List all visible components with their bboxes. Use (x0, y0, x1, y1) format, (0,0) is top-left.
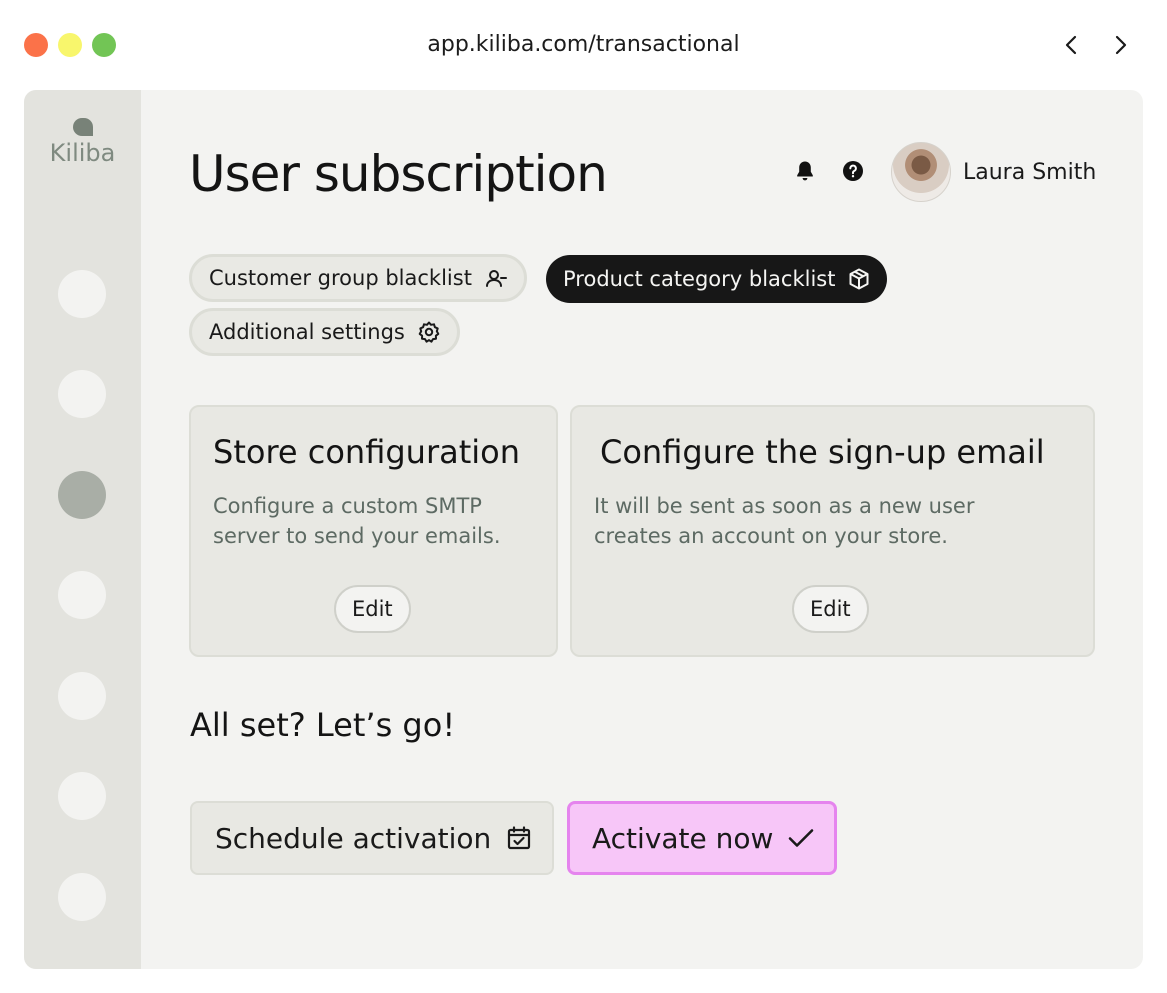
logo[interactable]: Kiliba (24, 118, 141, 168)
logo-mark-icon (72, 118, 93, 136)
activate-now-button[interactable]: Activate now (567, 801, 837, 875)
sidebar-item-4[interactable] (58, 571, 106, 619)
card-description: It will be sent as soon as a new user cr… (594, 494, 975, 548)
browser-nav (1060, 30, 1132, 60)
back-icon[interactable] (1060, 30, 1082, 60)
card-title: Store configuration (213, 433, 521, 471)
button-label: Schedule activation (215, 821, 492, 855)
tab-label: Product category blacklist (563, 267, 836, 291)
forward-icon[interactable] (1110, 30, 1132, 60)
edit-store-configuration-button[interactable]: Edit (334, 585, 411, 633)
card-description: Configure a custom SMTP server to send y… (213, 494, 501, 548)
user-name: Laura Smith (963, 159, 1097, 185)
logo-text: Kiliba (49, 139, 116, 167)
page-title: User subscription (189, 145, 608, 203)
tab-label: Customer group blacklist (209, 266, 472, 290)
sidebar-item-6[interactable] (58, 772, 106, 820)
gear-icon (417, 320, 441, 344)
bell-icon[interactable] (794, 160, 816, 182)
sidebar: Kiliba (24, 90, 141, 969)
tab-label: Additional settings (209, 320, 405, 344)
check-icon (787, 824, 815, 852)
card-title: Configure the sign-up email (600, 433, 1045, 471)
calendar-check-icon (505, 824, 533, 852)
app-window: Kiliba User subscription Laura Smith Cus… (24, 90, 1143, 969)
signup-email-card: Configure the sign-up email It will be s… (570, 405, 1095, 657)
tab-customer-group-blacklist[interactable]: Customer group blacklist (189, 254, 527, 302)
package-icon (847, 267, 871, 291)
section-title: All set? Let’s go! (190, 706, 456, 744)
user-minus-icon (484, 266, 508, 290)
sidebar-item-5[interactable] (58, 672, 106, 720)
sidebar-item-2[interactable] (58, 370, 106, 418)
avatar (891, 142, 951, 202)
user-menu[interactable]: Laura Smith (891, 142, 1096, 202)
tab-additional-settings[interactable]: Additional settings (189, 308, 460, 356)
sidebar-item-3-active[interactable] (58, 471, 106, 519)
help-icon[interactable] (842, 160, 864, 182)
schedule-activation-button[interactable]: Schedule activation (190, 801, 554, 875)
sidebar-item-1[interactable] (58, 270, 106, 318)
sidebar-item-7[interactable] (58, 873, 106, 921)
address-bar[interactable]: app.kiliba.com/transactional (0, 30, 1167, 60)
edit-signup-email-button[interactable]: Edit (792, 585, 869, 633)
header-actions (794, 160, 864, 182)
button-label: Activate now (592, 821, 774, 855)
store-configuration-card: Store configuration Configure a custom S… (189, 405, 558, 657)
tab-product-category-blacklist[interactable]: Product category blacklist (546, 255, 888, 303)
